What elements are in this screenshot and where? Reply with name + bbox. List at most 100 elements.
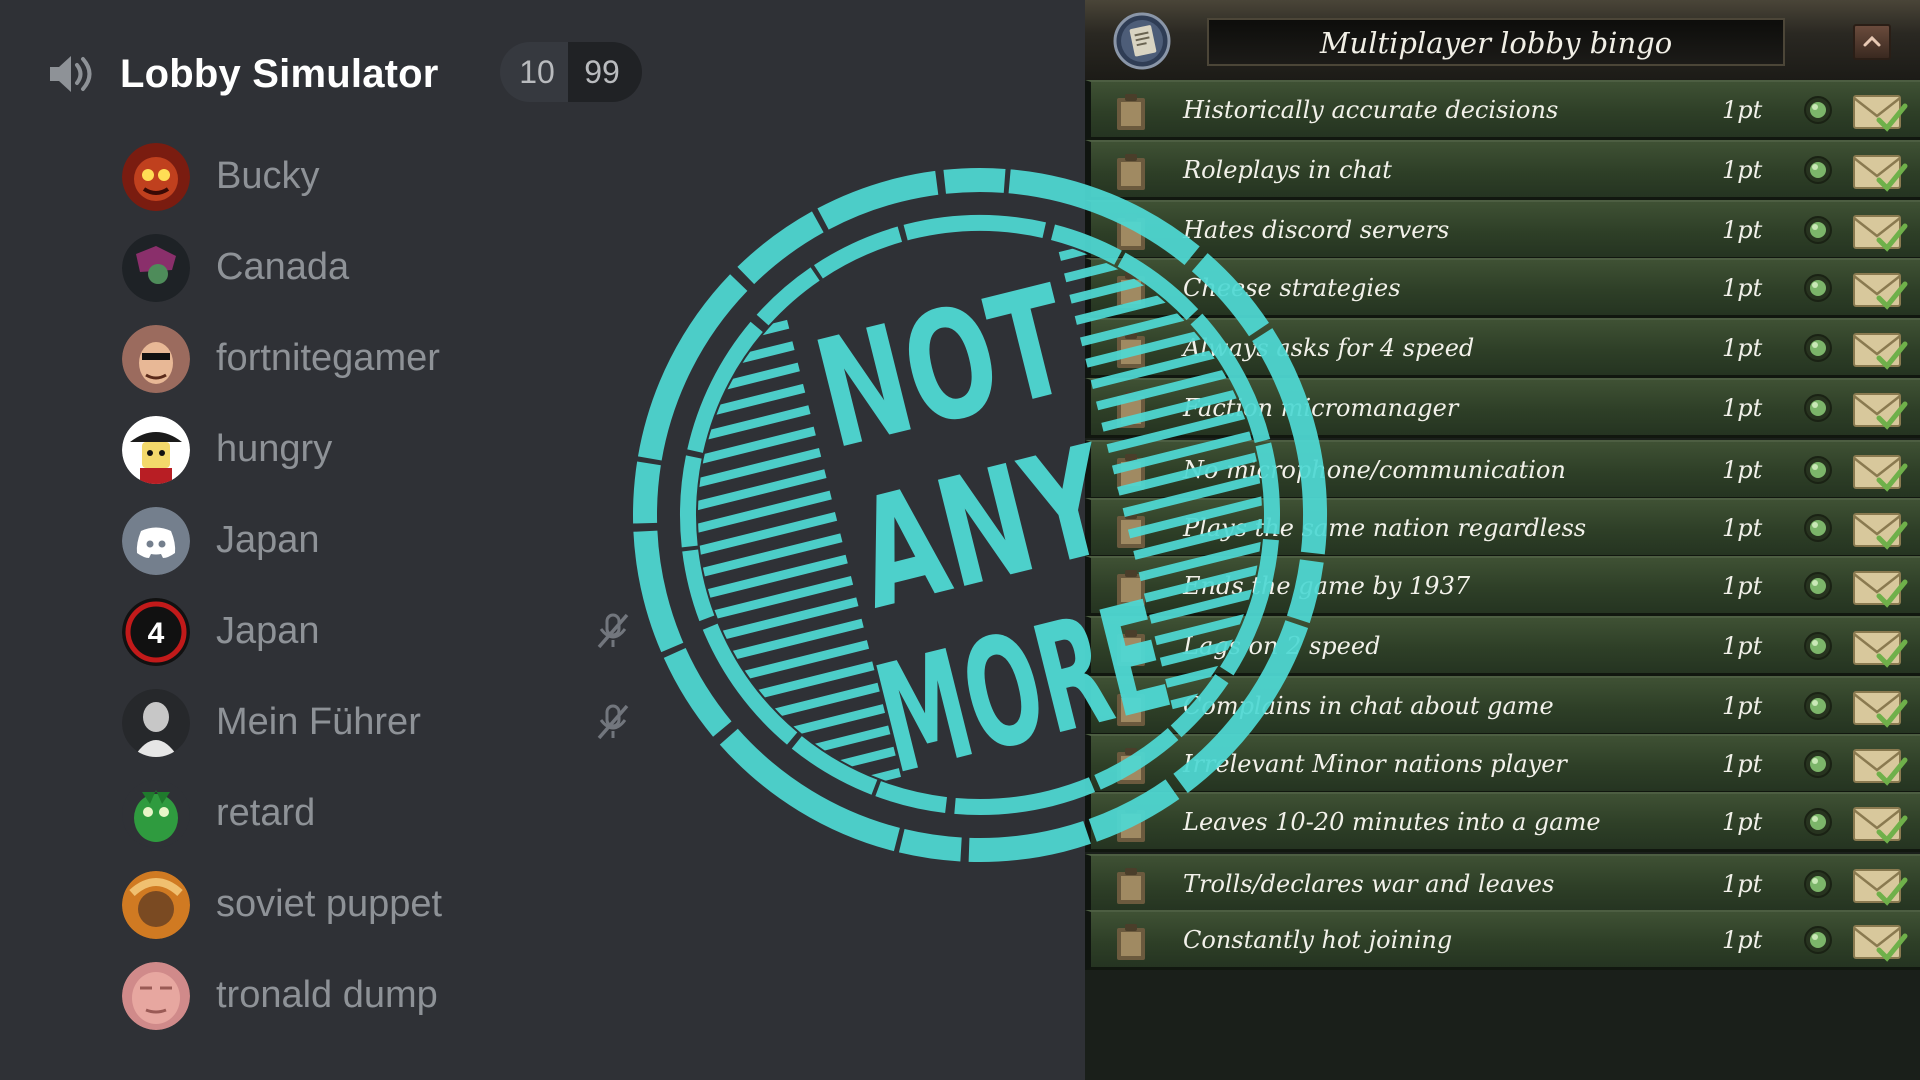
- bingo-row[interactable]: Plays the same nation regardless 1pt: [1085, 498, 1920, 558]
- voice-user-row[interactable]: hungry: [122, 404, 642, 495]
- accept-envelope-icon[interactable]: [1851, 388, 1909, 430]
- clipboard-icon: [1117, 868, 1145, 904]
- clipboard-icon: [1117, 332, 1145, 368]
- user-limit: 99: [568, 42, 642, 102]
- user-avatar[interactable]: [122, 233, 190, 302]
- bingo-item-label: Leaves 10-20 minutes into a game: [1183, 808, 1601, 836]
- user-avatar[interactable]: [122, 688, 190, 757]
- clipboard-icon: [1117, 924, 1145, 960]
- accept-envelope-icon[interactable]: [1851, 150, 1909, 192]
- accept-envelope-icon[interactable]: [1851, 744, 1909, 786]
- bingo-row[interactable]: Roleplays in chat 1pt: [1085, 140, 1920, 200]
- bingo-row[interactable]: Historically accurate decisions 1pt: [1085, 80, 1920, 140]
- bingo-item-label: Cheese strategies: [1183, 274, 1401, 302]
- bingo-item-label: Hates discord servers: [1183, 216, 1450, 244]
- voice-channel-header[interactable]: Lobby Simulator: [44, 44, 439, 104]
- accept-envelope-icon[interactable]: [1851, 864, 1909, 906]
- accept-envelope-icon[interactable]: [1851, 802, 1909, 844]
- status-indicator-icon: [1804, 926, 1832, 954]
- speaker-icon: [50, 56, 92, 92]
- user-avatar[interactable]: [122, 779, 190, 848]
- accept-envelope-icon[interactable]: [1851, 686, 1909, 728]
- bingo-item-points: 1pt: [1722, 274, 1763, 302]
- voice-user-row[interactable]: tronald dump: [122, 950, 642, 1041]
- bingo-item-points: 1pt: [1722, 692, 1763, 720]
- muted-microphone-icon: [597, 613, 629, 649]
- clipboard-icon: [1117, 272, 1145, 308]
- voice-user-row[interactable]: Japan: [122, 495, 642, 586]
- bingo-item-label: Complains in chat about game: [1183, 692, 1554, 720]
- bingo-row[interactable]: Hates discord servers 1pt: [1085, 200, 1920, 260]
- voice-user-row[interactable]: retard: [122, 768, 642, 859]
- voice-user-row[interactable]: Bucky: [122, 131, 642, 222]
- status-indicator-icon: [1804, 514, 1832, 542]
- user-avatar[interactable]: [122, 961, 190, 1030]
- clipboard-icon: [1117, 454, 1145, 490]
- bingo-item-label: No microphone/communication: [1183, 456, 1566, 484]
- accept-envelope-icon[interactable]: [1851, 268, 1909, 310]
- voice-channel-panel: Lobby Simulator 10 99 Bucky Canada fortnit…: [0, 0, 1085, 1080]
- accept-envelope-icon[interactable]: [1851, 566, 1909, 608]
- user-avatar[interactable]: [122, 142, 190, 211]
- username: Japan: [216, 610, 320, 652]
- bingo-row[interactable]: Trolls/declares war and leaves 1pt: [1085, 854, 1920, 914]
- bingo-title: Multiplayer lobby bingo: [1319, 26, 1673, 60]
- bingo-item-points: 1pt: [1722, 750, 1763, 778]
- username: soviet puppet: [216, 883, 443, 925]
- status-indicator-icon: [1804, 632, 1832, 660]
- collapse-button[interactable]: [1853, 24, 1891, 60]
- status-indicator-icon: [1804, 96, 1832, 124]
- accept-envelope-icon[interactable]: [1851, 920, 1909, 962]
- username: fortnitegamer: [216, 337, 440, 379]
- bingo-row[interactable]: Ends the game by 1937 1pt: [1085, 556, 1920, 616]
- bingo-header: Multiplayer lobby bingo: [1085, 0, 1920, 87]
- clipboard-icon: [1117, 512, 1145, 548]
- clipboard-icon: [1117, 154, 1145, 190]
- bingo-row[interactable]: Constantly hot joining 1pt: [1085, 910, 1920, 970]
- voice-user-row[interactable]: 4 Japan: [122, 586, 642, 677]
- bingo-item-points: 1pt: [1722, 96, 1763, 124]
- status-indicator-icon: [1804, 808, 1832, 836]
- avatar-number: 4: [148, 617, 165, 650]
- bingo-item-points: 1pt: [1722, 334, 1763, 362]
- bingo-item-label: Plays the same nation regardless: [1183, 514, 1587, 542]
- user-count: 10: [500, 42, 568, 102]
- accept-envelope-icon[interactable]: [1851, 626, 1909, 668]
- voice-user-row[interactable]: soviet puppet: [122, 859, 642, 950]
- accept-envelope-icon[interactable]: [1851, 210, 1909, 252]
- accept-envelope-icon[interactable]: [1851, 450, 1909, 492]
- user-avatar[interactable]: [122, 415, 190, 484]
- user-avatar[interactable]: [122, 324, 190, 393]
- bingo-row[interactable]: Irrelevant Minor nations player 1pt: [1085, 734, 1920, 794]
- accept-envelope-icon[interactable]: [1851, 90, 1909, 132]
- bingo-title-box: Multiplayer lobby bingo: [1207, 18, 1785, 66]
- clipboard-icon: [1117, 630, 1145, 666]
- voice-user-row[interactable]: Mein Führer: [122, 677, 642, 768]
- bingo-row[interactable]: Faction micromanager 1pt: [1085, 378, 1920, 438]
- voice-user-row[interactable]: fortnitegamer: [122, 313, 642, 404]
- bingo-row[interactable]: Cheese strategies 1pt: [1085, 258, 1920, 318]
- accept-envelope-icon[interactable]: [1851, 328, 1909, 370]
- voice-user-row[interactable]: Canada: [122, 222, 642, 313]
- user-avatar[interactable]: [122, 870, 190, 939]
- user-avatar[interactable]: 4: [122, 597, 190, 666]
- clipboard-icon: [1117, 806, 1145, 842]
- bingo-item-label: Lags on 2 speed: [1183, 632, 1381, 660]
- bingo-row[interactable]: No microphone/communication 1pt: [1085, 440, 1920, 500]
- user-limit-badge: 10 99: [500, 42, 642, 102]
- username: Canada: [216, 246, 350, 288]
- user-avatar[interactable]: [122, 506, 190, 575]
- bingo-item-label: Ends the game by 1937: [1183, 572, 1471, 600]
- accept-envelope-icon[interactable]: [1851, 508, 1909, 550]
- bingo-row[interactable]: Complains in chat about game 1pt: [1085, 676, 1920, 736]
- bingo-item-points: 1pt: [1722, 572, 1763, 600]
- bingo-item-points: 1pt: [1722, 216, 1763, 244]
- bingo-item-points: 1pt: [1722, 870, 1763, 898]
- bingo-row[interactable]: Always asks for 4 speed 1pt: [1085, 318, 1920, 378]
- bingo-item-label: Faction micromanager: [1183, 394, 1459, 422]
- bingo-row[interactable]: Leaves 10-20 minutes into a game 1pt: [1085, 792, 1920, 852]
- bingo-item-points: 1pt: [1722, 632, 1763, 660]
- voice-user-list: Bucky Canada fortnitegamer hungry Japan 4 Japa…: [122, 131, 642, 1041]
- clipboard-icon: [1117, 748, 1145, 784]
- bingo-row[interactable]: Lags on 2 speed 1pt: [1085, 616, 1920, 676]
